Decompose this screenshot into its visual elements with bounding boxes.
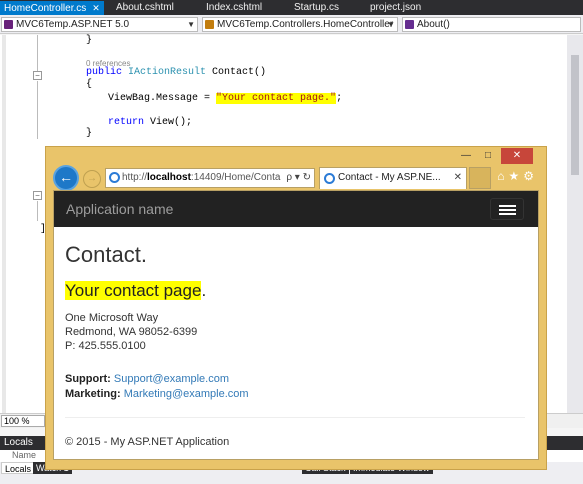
browser-tab-label: Contact - My ASP.NE... bbox=[338, 172, 441, 183]
project-dropdown-value: MVC6Temp.ASP.NET 5.0 bbox=[16, 19, 130, 30]
keyword-return: return bbox=[108, 117, 145, 128]
brand-link[interactable]: Application name bbox=[66, 201, 173, 217]
forward-arrow-icon[interactable]: → bbox=[83, 170, 101, 188]
support-label: Support: bbox=[65, 373, 111, 385]
address-line: Redmond, WA 98052-6399 bbox=[65, 326, 198, 338]
address-text: http://localhost:14409/Home/Conta bbox=[122, 172, 280, 183]
page-message: Your contact page. bbox=[65, 281, 206, 301]
contact-address: One Microsoft Way Redmond, WA 98052-6399… bbox=[65, 311, 197, 353]
class-icon bbox=[205, 20, 214, 29]
chevron-down-icon: ▼ bbox=[187, 20, 195, 29]
project-dropdown[interactable]: MVC6Temp.ASP.NET 5.0 ▼ bbox=[1, 17, 198, 32]
outline-line bbox=[37, 81, 38, 139]
web-page: Application name Contact. Your contact p… bbox=[53, 190, 539, 460]
assign-suffix: ; bbox=[336, 93, 343, 104]
address-line: One Microsoft Way bbox=[65, 312, 159, 324]
method-dropdown-value: About() bbox=[417, 19, 450, 30]
message-highlight: Your contact page bbox=[65, 281, 202, 300]
tab-label: HomeController.cs bbox=[4, 3, 87, 14]
divider bbox=[65, 417, 525, 418]
close-button[interactable]: ✕ bbox=[501, 148, 533, 164]
code-line-return: return View(); bbox=[108, 117, 192, 129]
method-name: Contact() bbox=[206, 67, 267, 78]
tab-about[interactable]: About.cshtml bbox=[112, 1, 178, 15]
hamburger-icon bbox=[499, 205, 516, 207]
zoom-dropdown[interactable]: 100 % bbox=[1, 415, 45, 427]
code-line-assign: ViewBag.Message = "Your contact page."; bbox=[108, 93, 342, 105]
collapse-icon[interactable]: − bbox=[33, 191, 42, 200]
assign-prefix: ViewBag.Message = bbox=[108, 93, 217, 104]
address-scheme: http:// bbox=[122, 172, 148, 183]
message-period: . bbox=[201, 281, 207, 300]
code-line-signature: public IActionResult Contact() bbox=[86, 67, 266, 79]
chevron-down-icon: ▼ bbox=[387, 20, 395, 29]
keyword-public: public bbox=[86, 67, 123, 78]
tab-locals[interactable]: Locals bbox=[1, 462, 36, 474]
toolbar-icons[interactable]: ⌂★⚙ bbox=[497, 169, 538, 183]
browser-toolbar: ← → http://localhost:14409/Home/Conta ρ … bbox=[46, 165, 546, 191]
site-navbar: Application name bbox=[54, 191, 538, 227]
code-line-open-brace: { bbox=[86, 79, 93, 90]
tab-project-json[interactable]: project.json bbox=[366, 1, 425, 15]
code-line-close-brace: } bbox=[86, 128, 93, 139]
ie-logo-icon bbox=[109, 172, 120, 183]
code-line-brace: } bbox=[86, 35, 93, 46]
marketing-label: Marketing: bbox=[65, 388, 121, 400]
string-literal: "Your contact page." bbox=[216, 93, 337, 104]
collapse-icon[interactable]: − bbox=[33, 71, 42, 80]
outline-line bbox=[37, 201, 38, 221]
class-dropdown[interactable]: MVC6Temp.Controllers.HomeController ▼ bbox=[202, 17, 398, 32]
address-host: localhost bbox=[147, 172, 191, 183]
tab-homecontroller[interactable]: HomeController.cs ✕ bbox=[0, 1, 104, 15]
support-email-link[interactable]: Support@example.com bbox=[114, 373, 229, 385]
editor-gutter: − − bbox=[0, 35, 42, 413]
browser-window: — □ ✕ ← → http://localhost:14409/Home/Co… bbox=[45, 146, 547, 470]
project-icon bbox=[4, 20, 13, 29]
contact-emails: Support: Support@example.com Marketing: … bbox=[65, 372, 249, 402]
method-icon bbox=[405, 20, 414, 29]
menu-toggle-button[interactable] bbox=[490, 198, 524, 220]
tab-index[interactable]: Index.cshtml bbox=[202, 1, 266, 15]
zoom-value: 100 % bbox=[4, 416, 30, 426]
navigation-bar: MVC6Temp.ASP.NET 5.0 ▼ MVC6Temp.Controll… bbox=[0, 15, 583, 34]
hamburger-icon bbox=[499, 213, 516, 215]
change-bar bbox=[2, 35, 6, 413]
new-tab-button[interactable] bbox=[469, 167, 491, 189]
support-row: Support: Support@example.com bbox=[65, 372, 249, 387]
back-arrow-icon[interactable]: ← bbox=[53, 165, 79, 191]
close-icon[interactable]: ✕ bbox=[454, 168, 462, 188]
address-line: P: 425.555.0100 bbox=[65, 340, 146, 352]
address-bar[interactable]: http://localhost:14409/Home/Conta ρ ▾ ↻ bbox=[105, 168, 315, 188]
editor-scrollbar[interactable] bbox=[567, 35, 583, 413]
minimize-button[interactable]: — bbox=[456, 148, 476, 164]
marketing-email-link[interactable]: Marketing@example.com bbox=[124, 388, 249, 400]
document-tab-bar: HomeController.cs ✕ About.cshtml Index.cs… bbox=[0, 0, 583, 15]
hamburger-icon bbox=[499, 209, 516, 211]
maximize-button[interactable]: □ bbox=[478, 148, 498, 164]
tab-close-icon[interactable]: ✕ bbox=[92, 3, 100, 13]
scrollbar-thumb[interactable] bbox=[571, 55, 579, 175]
type-iactionresult: IActionResult bbox=[128, 67, 207, 78]
page-title: Contact. bbox=[65, 242, 147, 267]
class-dropdown-value: MVC6Temp.Controllers.HomeController bbox=[217, 19, 394, 30]
return-rest: View(); bbox=[144, 117, 193, 128]
address-controls[interactable]: ρ ▾ ↻ bbox=[286, 169, 311, 187]
method-dropdown[interactable]: About() bbox=[402, 17, 581, 32]
browser-tab-contact[interactable]: Contact - My ASP.NE... ✕ bbox=[319, 167, 467, 189]
address-path: :14409/Home/Conta bbox=[190, 172, 281, 183]
marketing-row: Marketing: Marketing@example.com bbox=[65, 387, 249, 402]
page-footer: © 2015 - My ASP.NET Application bbox=[65, 436, 230, 448]
outline-line bbox=[37, 35, 38, 71]
tab-startup[interactable]: Startup.cs bbox=[290, 1, 343, 15]
ie-logo-icon bbox=[324, 173, 335, 184]
